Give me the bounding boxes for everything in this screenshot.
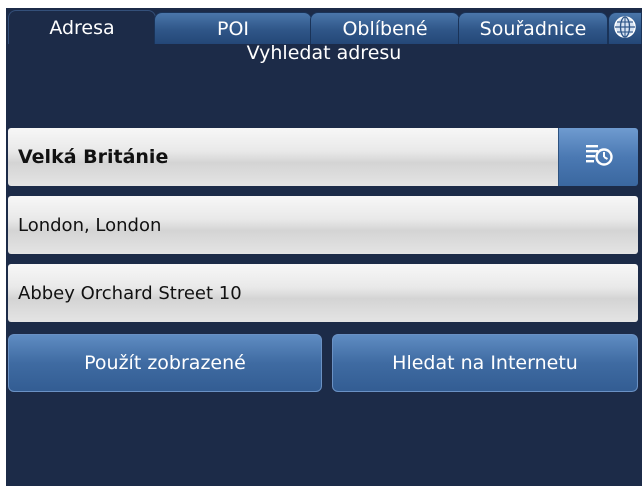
country-field[interactable]: Velká Británie [8,128,558,186]
city-field[interactable]: London, London [8,196,638,254]
use-displayed-button[interactable]: Použít zobrazené [8,334,322,392]
history-list-icon [584,141,614,173]
history-button[interactable] [558,128,638,186]
search-internet-button[interactable]: Hledat na Internetu [332,334,638,392]
page-title: Vyhledat adresu [246,42,402,64]
street-field[interactable]: Abbey Orchard Street 10 [8,264,638,322]
address-search-screen: Adresa POI Oblíbené Souřadnice Vyhledat … [6,8,642,486]
